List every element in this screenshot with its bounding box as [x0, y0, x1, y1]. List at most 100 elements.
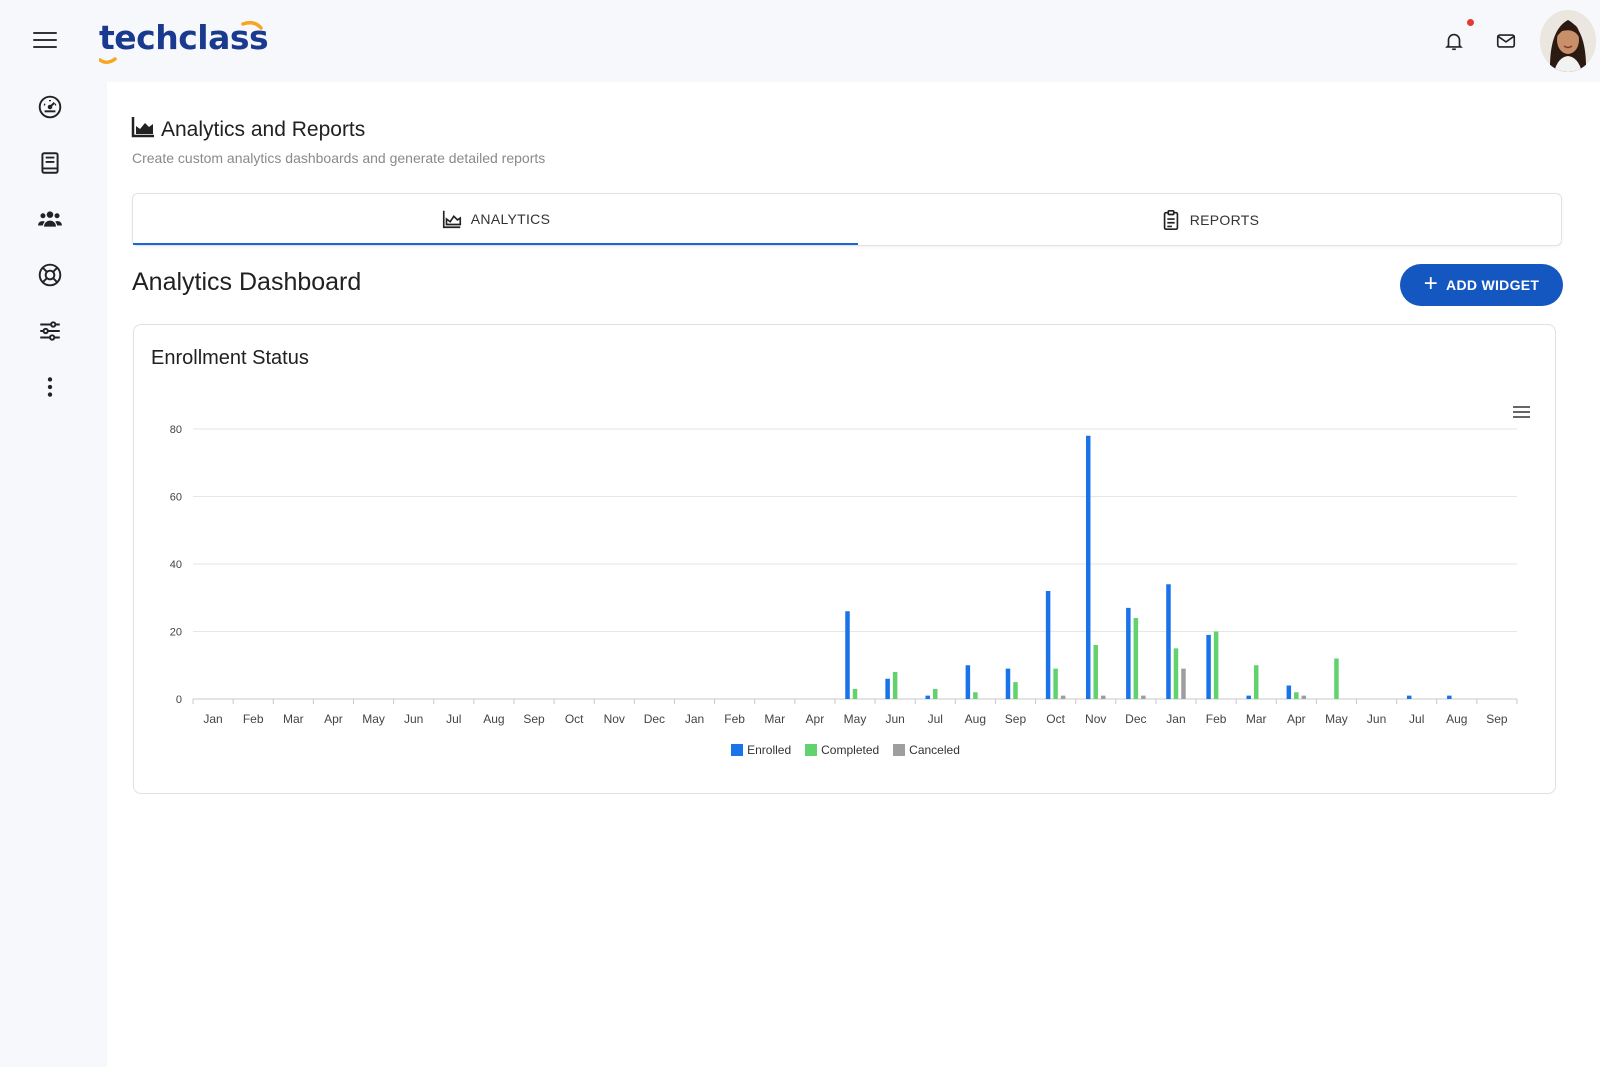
- x-tick-label: Apr: [806, 712, 825, 726]
- add-widget-button[interactable]: + ADD WIDGET: [1400, 264, 1563, 306]
- bar-enrolled[interactable]: [885, 678, 890, 699]
- bar-enrolled[interactable]: [965, 665, 971, 699]
- plus-icon: +: [1423, 269, 1439, 297]
- x-tick-label: May: [1325, 712, 1348, 726]
- enrollment-chart: 0 20 40 60 80 Jan Feb Mar Apr May Jun Jul Aug Sep Oct N…: [170, 424, 1518, 726]
- legend-swatch: [805, 744, 818, 756]
- bar-enrolled[interactable]: [1406, 695, 1412, 699]
- x-tick-label: Oct: [565, 712, 584, 726]
- bar-canceled[interactable]: [1141, 695, 1146, 699]
- bell-icon[interactable]: [1440, 27, 1468, 55]
- bar-completed[interactable]: [1213, 631, 1219, 700]
- x-tick-label: Mar: [283, 712, 304, 726]
- legend-item-enrolled[interactable]: Enrolled: [731, 743, 791, 757]
- legend-label: Enrolled: [747, 743, 792, 757]
- x-tick-label: Jun: [1367, 712, 1386, 726]
- legend-swatch: [731, 744, 744, 756]
- bar-completed[interactable]: [1334, 658, 1339, 700]
- x-tick-label: Apr: [1287, 712, 1306, 726]
- bar-completed[interactable]: [892, 672, 898, 699]
- bar-completed[interactable]: [1013, 682, 1018, 699]
- y-tick-label: 20: [170, 627, 182, 639]
- chart-legend: Enrolled Completed Canceled: [134, 743, 1557, 757]
- bar-enrolled[interactable]: [1246, 695, 1251, 699]
- x-tick-label: May: [362, 712, 385, 726]
- hamburger-menu-icon[interactable]: [31, 28, 59, 52]
- y-tick-label: 80: [170, 424, 182, 436]
- x-tick-label: Jul: [928, 712, 943, 726]
- notification-dot: [1467, 19, 1474, 26]
- user-avatar[interactable]: [1540, 10, 1596, 72]
- bar-enrolled[interactable]: [1045, 591, 1051, 699]
- x-tick-label: Jan: [203, 712, 222, 726]
- page-subtitle: Create custom analytics dashboards and g…: [132, 150, 546, 166]
- bar-enrolled[interactable]: [1005, 668, 1011, 699]
- techclass-logo[interactable]: techclass: [99, 18, 269, 66]
- x-tick-label: Oct: [1046, 712, 1065, 726]
- x-tick-label: Apr: [324, 712, 343, 726]
- x-tick-label: Nov: [1085, 712, 1106, 726]
- x-tick-label: Jan: [685, 712, 704, 726]
- sliders-icon[interactable]: [36, 317, 64, 345]
- legend-item-completed[interactable]: Completed: [805, 743, 879, 757]
- bar-completed[interactable]: [973, 692, 978, 699]
- chart-menu-icon[interactable]: [1511, 403, 1533, 421]
- x-tick-label: Mar: [1246, 712, 1267, 726]
- x-tick-label: Sep: [1486, 712, 1508, 726]
- bar-enrolled[interactable]: [1166, 584, 1171, 699]
- dashboard-gauge-icon[interactable]: [36, 93, 64, 121]
- area-chart-icon: [442, 210, 461, 228]
- legend-swatch: [893, 744, 906, 756]
- bar-completed[interactable]: [1133, 618, 1139, 699]
- bar-completed[interactable]: [1294, 692, 1299, 699]
- more-vertical-icon[interactable]: [36, 373, 64, 401]
- bar-enrolled[interactable]: [845, 611, 850, 699]
- bar-completed[interactable]: [932, 688, 938, 699]
- bar-enrolled[interactable]: [1447, 695, 1452, 699]
- bar-completed[interactable]: [1253, 665, 1259, 699]
- bar-completed[interactable]: [1093, 645, 1098, 699]
- x-tick-label: Jul: [1409, 712, 1424, 726]
- bar-enrolled[interactable]: [1126, 607, 1131, 699]
- sidebar: [0, 0, 107, 1067]
- tab-reports-label: REPORTS: [1189, 211, 1260, 228]
- bar-canceled[interactable]: [1100, 695, 1106, 699]
- lifebuoy-icon[interactable]: [36, 261, 64, 289]
- clipboard-icon: [1163, 209, 1178, 230]
- bar-enrolled[interactable]: [1286, 685, 1292, 700]
- x-tick-label: Dec: [644, 712, 665, 726]
- page-title: Analytics and Reports: [161, 118, 366, 141]
- bar-enrolled[interactable]: [1206, 634, 1211, 699]
- bar-completed[interactable]: [1173, 648, 1179, 699]
- mail-icon[interactable]: [1492, 27, 1520, 55]
- bar-completed[interactable]: [852, 688, 858, 699]
- bar-canceled[interactable]: [1060, 695, 1066, 699]
- bar-completed[interactable]: [1053, 668, 1058, 699]
- bar-canceled[interactable]: [1301, 695, 1307, 699]
- enrollment-status-widget: Enrollment Status 0 20 40 60 80 Jan Feb Mar Apr M…: [133, 324, 1556, 794]
- x-tick-label: Jul: [446, 712, 461, 726]
- x-tick-label: Feb: [1206, 712, 1227, 726]
- x-tick-label: Sep: [523, 712, 545, 726]
- users-group-icon[interactable]: [36, 205, 64, 233]
- x-tick-label: Aug: [1446, 712, 1467, 726]
- y-tick-label: 60: [170, 492, 182, 504]
- legend-label: Completed: [821, 743, 880, 757]
- y-tick-label: 0: [176, 694, 182, 706]
- analytics-header-icon: [131, 116, 155, 143]
- dashboard-title: Analytics Dashboard: [132, 268, 362, 296]
- bar-canceled[interactable]: [1181, 668, 1186, 699]
- logo-swoosh-icon: [99, 20, 263, 64]
- x-tick-label: Feb: [243, 712, 264, 726]
- tab-reports[interactable]: REPORTS: [858, 194, 1561, 245]
- tab-analytics[interactable]: ANALYTICS: [133, 194, 858, 245]
- book-icon[interactable]: [36, 149, 64, 177]
- y-tick-label: 40: [170, 559, 182, 571]
- bar-enrolled[interactable]: [925, 695, 930, 699]
- x-tick-label: May: [844, 712, 867, 726]
- legend-item-canceled[interactable]: Canceled: [893, 743, 960, 757]
- bar-enrolled[interactable]: [1085, 435, 1091, 699]
- x-tick-label: Mar: [764, 712, 785, 726]
- x-tick-label: Sep: [1005, 712, 1027, 726]
- x-tick-label: Aug: [483, 712, 504, 726]
